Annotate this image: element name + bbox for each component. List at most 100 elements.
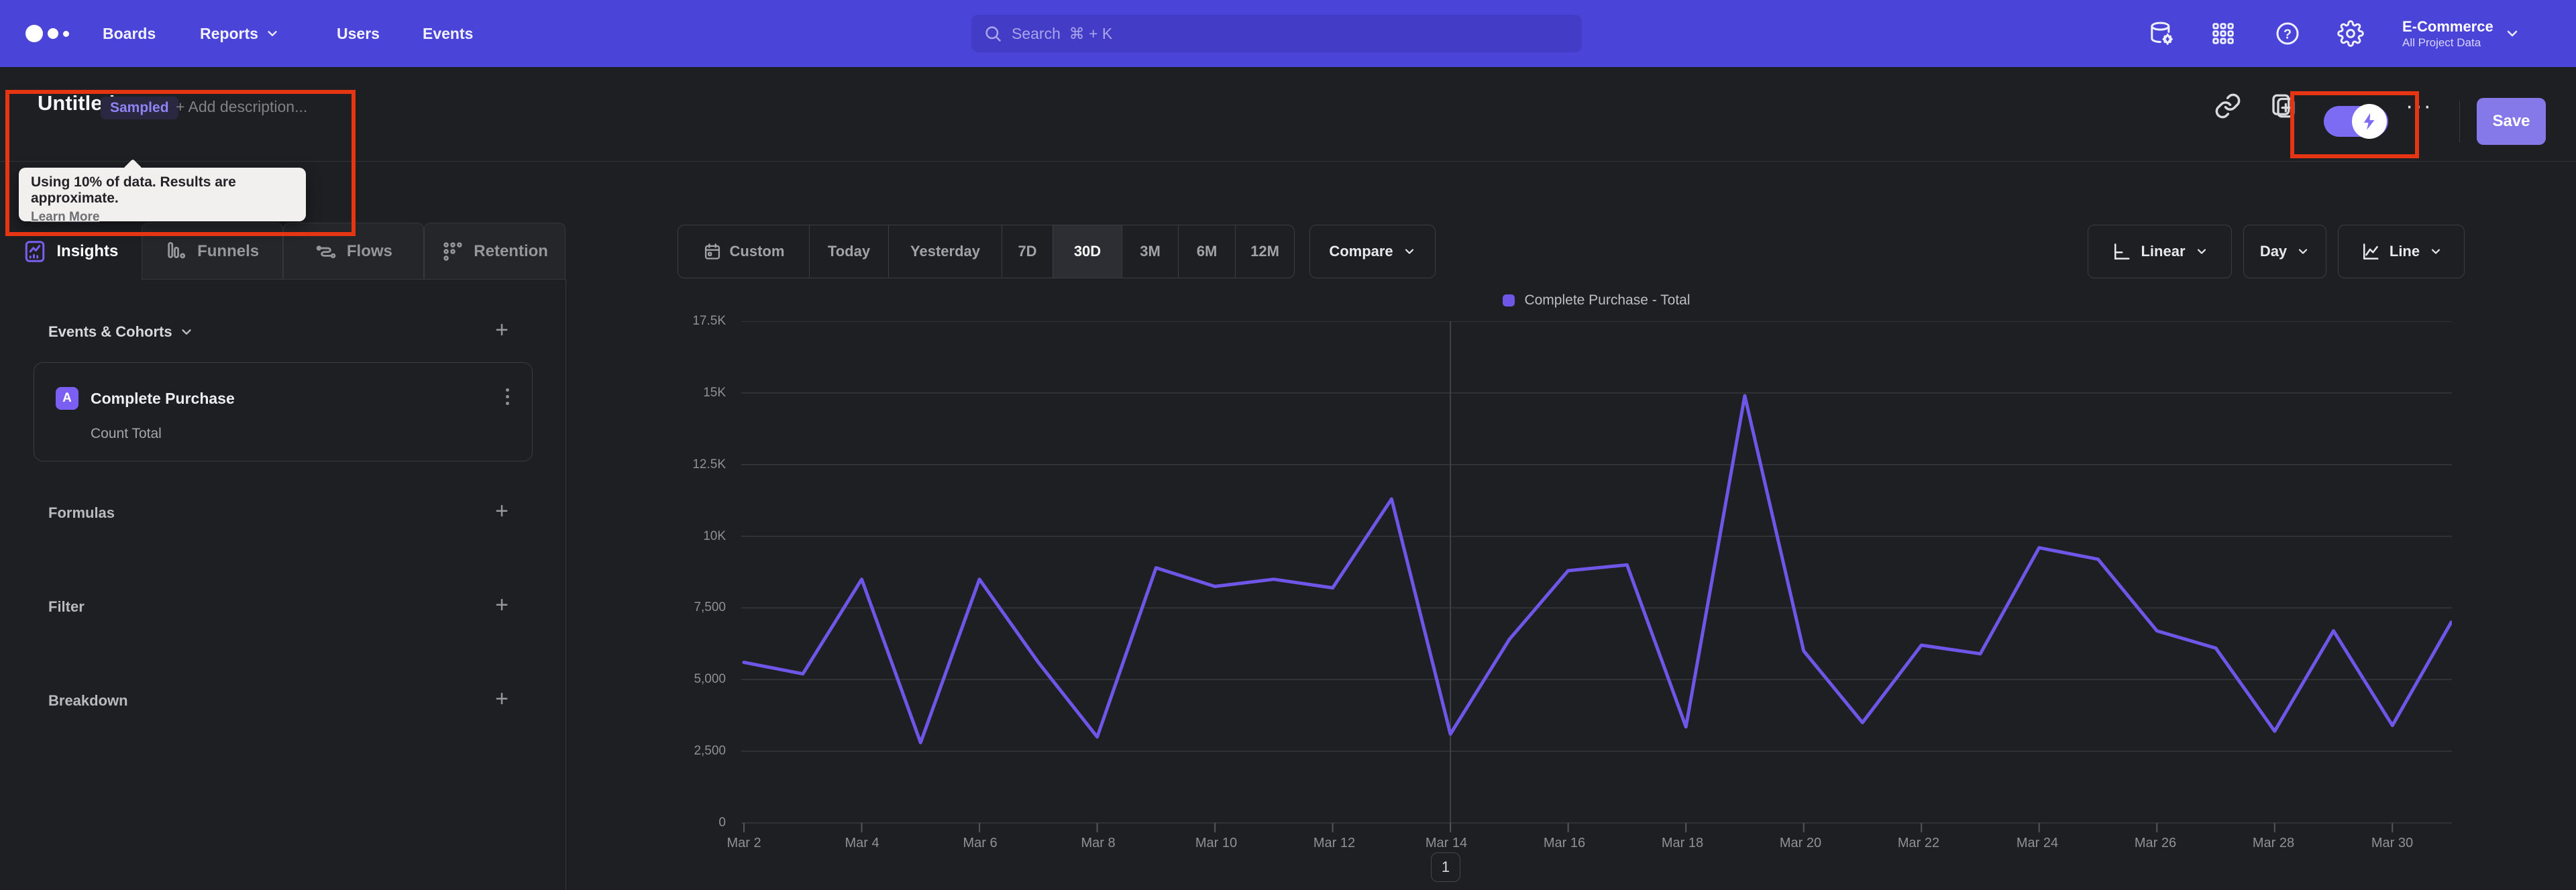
x-tick-label: Mar 26	[2134, 836, 2177, 850]
scale-selector[interactable]: Linear	[2088, 225, 2232, 278]
filter-section-label: Filter	[48, 598, 85, 615]
ellipsis-icon: ···	[2406, 93, 2432, 119]
project-name: E-Commerce	[2402, 18, 2493, 36]
range-12m[interactable]: 12M	[1236, 225, 1294, 278]
tab-insights[interactable]: Insights	[0, 223, 142, 280]
range-label: 12M	[1250, 243, 1279, 260]
tab-funnels[interactable]: Funnels	[141, 223, 283, 280]
y-tick-label: 7,500	[694, 600, 726, 614]
gear-icon	[2337, 20, 2364, 47]
link-icon	[2215, 93, 2241, 119]
range-label: 6M	[1196, 243, 1218, 260]
save-button[interactable]: Save	[2477, 98, 2546, 145]
add-formula-button[interactable]: +	[488, 498, 515, 524]
add-event-button[interactable]: +	[488, 317, 515, 343]
chevron-down-icon	[1405, 249, 1413, 254]
project-switcher[interactable]: E-Commerce All Project Data	[2402, 0, 2520, 67]
event-metric[interactable]: Count Total	[91, 426, 162, 442]
nav-item-label: Users	[337, 24, 380, 42]
database-gear-icon	[2151, 21, 2173, 45]
nav-item-label: Events	[423, 24, 474, 42]
compare-button[interactable]: Compare	[1309, 225, 1436, 278]
tab-label: Insights	[56, 241, 119, 260]
tab-label: Funnels	[197, 241, 260, 260]
add-description-field[interactable]: + Add description...	[176, 98, 307, 116]
calendar-icon	[704, 243, 720, 260]
tab-label: Retention	[474, 241, 548, 260]
interval-selector[interactable]: Day	[2243, 225, 2326, 278]
event-name[interactable]: Complete Purchase	[91, 390, 235, 408]
help-icon: ?	[2276, 22, 2299, 45]
x-tick-label: Mar 16	[1543, 836, 1586, 850]
range-label: 7D	[1018, 243, 1037, 260]
top-nav: Boards Reports Users Events Search ⌘ + K…	[0, 0, 2576, 67]
range-label: Today	[827, 243, 871, 260]
x-tick-label: Mar 12	[1313, 836, 1356, 850]
nav-item-boards[interactable]: Boards	[103, 0, 156, 67]
tab-flows[interactable]: Flows	[282, 223, 425, 280]
range-label: Yesterday	[910, 243, 980, 260]
sampling-toggle[interactable]	[2324, 104, 2388, 139]
events-cohorts-header[interactable]: Events & Cohorts	[48, 323, 194, 341]
mixpanel-logo-icon[interactable]	[25, 0, 69, 67]
lightning-bolt-icon	[2363, 113, 2375, 130]
breakdown-section-label: Breakdown	[48, 692, 128, 709]
toolbar-separator	[2459, 101, 2460, 142]
add-filter-button[interactable]: +	[488, 592, 515, 618]
range-today[interactable]: Today	[810, 225, 889, 278]
y-tick-label: 15K	[703, 386, 726, 400]
nav-item-events[interactable]: Events	[423, 0, 473, 67]
x-tick-label: Mar 6	[963, 836, 998, 850]
legend-label: Complete Purchase - Total	[1524, 292, 1690, 308]
linear-axis-icon	[2114, 243, 2130, 260]
nav-item-reports[interactable]: Reports	[200, 0, 280, 67]
global-search[interactable]	[971, 15, 1582, 52]
flows-icon	[316, 245, 336, 258]
range-3m[interactable]: 3M	[1122, 225, 1179, 278]
range-7d[interactable]: 7D	[1002, 225, 1053, 278]
y-tick-label: 17.5K	[692, 314, 726, 328]
search-icon	[985, 26, 1001, 42]
learn-more-link[interactable]: Learn More	[31, 210, 99, 225]
help-button[interactable]: ?	[2274, 0, 2301, 67]
apps-grid-button[interactable]	[2210, 0, 2236, 67]
report-title-bar: Untitled Sampled + Add description...	[0, 67, 2576, 161]
copy-link-button[interactable]	[2214, 67, 2242, 145]
sampling-tooltip: Using 10% of data. Results are approxima…	[19, 158, 306, 224]
event-menu-button[interactable]	[506, 388, 509, 405]
chart-type-selector[interactable]: Line	[2338, 225, 2465, 278]
range-label: Custom	[729, 243, 785, 260]
chevron-down-icon	[181, 329, 191, 335]
range-yesterday[interactable]: Yesterday	[889, 225, 1002, 278]
add-to-board-button[interactable]	[2269, 67, 2297, 145]
search-input[interactable]	[1012, 24, 1570, 43]
x-tick-label: Mar 8	[1081, 836, 1116, 850]
compare-label: Compare	[1329, 243, 1393, 260]
scale-label: Linear	[2141, 243, 2186, 260]
retention-icon	[443, 241, 462, 261]
title-divider	[0, 161, 2576, 162]
grid-icon	[2212, 23, 2234, 44]
x-tick-label: Mar 24	[2016, 836, 2059, 850]
range-label: 3M	[1140, 243, 1161, 260]
x-tick-label: Mar 2	[727, 836, 761, 850]
mixpanel-insights-app: Boards Reports Users Events Search ⌘ + K…	[0, 0, 2576, 890]
data-management-button[interactable]	[2148, 0, 2175, 67]
plus-icon: +	[495, 317, 508, 343]
x-tick-label: Mar 20	[1779, 836, 1822, 850]
nav-item-users[interactable]: Users	[337, 0, 380, 67]
range-30d[interactable]: 30D	[1053, 225, 1122, 278]
range-label: 30D	[1073, 243, 1102, 260]
pagination-page-1[interactable]: 1	[1431, 852, 1460, 882]
tab-retention[interactable]: Retention	[424, 223, 566, 280]
add-breakdown-button[interactable]: +	[488, 685, 515, 712]
event-card[interactable]: A Complete Purchase Count Total	[34, 362, 533, 461]
chevron-down-icon	[2507, 30, 2518, 37]
range-custom[interactable]: Custom	[678, 225, 810, 278]
range-6m[interactable]: 6M	[1179, 225, 1236, 278]
settings-button[interactable]	[2337, 0, 2364, 67]
more-options-button[interactable]: ···	[2406, 67, 2432, 145]
chart-legend[interactable]: Complete Purchase - Total	[741, 292, 2452, 309]
sampled-badge[interactable]: Sampled	[101, 97, 178, 119]
line-chart[interactable]	[741, 321, 2452, 838]
